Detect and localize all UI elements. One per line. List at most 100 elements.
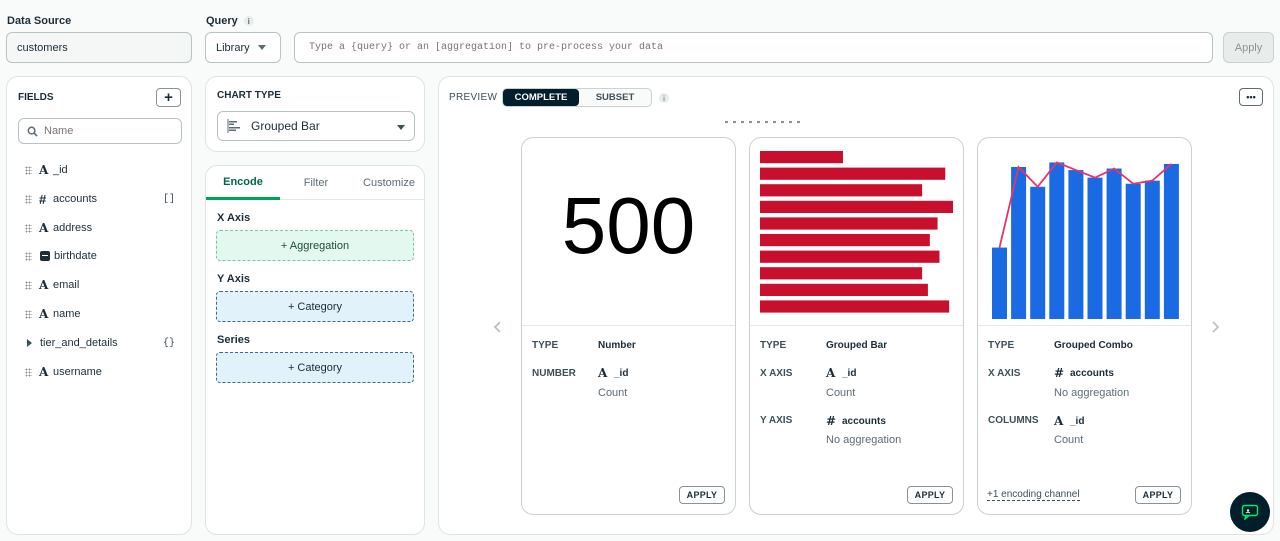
apply-card-button[interactable]: APPLY — [1135, 486, 1181, 504]
add-field-button[interactable]: + — [156, 88, 181, 107]
drag-handle-icon[interactable] — [25, 367, 32, 377]
suggestion-card-grouped-combo[interactable]: TYPE Grouped Combo X AXIS # accounts No … — [977, 137, 1192, 515]
field-item[interactable]: # accounts [] — [25, 190, 175, 208]
chart-bar — [1068, 170, 1084, 319]
suggestion-card-grouped-bar[interactable]: TYPE Grouped Bar X AXIS A _id Count Y AX… — [749, 137, 964, 515]
tab-customize[interactable]: Customize — [352, 166, 424, 200]
string-type-icon: A — [39, 278, 49, 292]
chart-type-select[interactable]: Grouped Bar — [217, 111, 415, 141]
caret-right-icon[interactable] — [27, 339, 32, 347]
query-input[interactable] — [294, 32, 1213, 63]
grouped-bar-chart-icon — [227, 119, 240, 133]
field-item[interactable]: birthdate — [25, 247, 175, 265]
aggregation-label: No aggregation — [1054, 387, 1130, 399]
series-drop-label: + Category — [287, 361, 343, 374]
chart-bar — [760, 217, 938, 230]
card-visualization — [750, 138, 963, 326]
field-name: accounts — [53, 193, 98, 205]
field-search-input[interactable] — [44, 125, 164, 137]
type-value: Grouped Bar — [826, 340, 888, 351]
chart-bar — [1087, 177, 1103, 319]
library-button[interactable]: Library — [205, 32, 281, 63]
toggle-subset-label: SUBSET — [595, 92, 635, 103]
columns-key: COLUMNS — [988, 415, 1039, 426]
drag-handle-icon[interactable] — [25, 194, 32, 204]
tab-encode-label: Encode — [223, 175, 263, 188]
toggle-complete-label: COMPLETE — [514, 92, 568, 103]
apply-card-button[interactable]: APPLY — [679, 486, 725, 504]
aggregation-label: No aggregation — [826, 434, 902, 446]
field-item[interactable]: tier_and_details {} — [25, 334, 175, 352]
fields-panel: FIELDS + A _id # accounts [] Aaddress birthdat… — [6, 76, 192, 535]
data-source-field[interactable]: customers — [6, 32, 192, 63]
field-item[interactable]: Aaddress — [25, 219, 175, 237]
type-key: TYPE — [760, 340, 787, 351]
field-name: _id — [53, 164, 68, 176]
tab-filter[interactable]: Filter — [280, 166, 352, 200]
string-type-icon: A — [1054, 414, 1064, 428]
chart-bar — [760, 184, 923, 197]
chart-bar — [1106, 168, 1122, 319]
number-type-icon: # — [39, 191, 47, 207]
field-name: address — [53, 222, 93, 234]
assistant-chat-button[interactable] — [1230, 492, 1270, 532]
encoding-channel-link[interactable]: +1 encoding channel — [987, 489, 1080, 501]
y-axis-dropzone[interactable]: + Category — [216, 291, 414, 322]
field-name: birthdate — [54, 250, 97, 262]
number-key: NUMBER — [532, 368, 576, 379]
apply-query-label: Apply — [1234, 41, 1263, 54]
field-name: name — [53, 308, 81, 320]
series-label: Series — [217, 334, 251, 346]
y-axis-key: Y AXIS — [760, 415, 793, 426]
search-icon — [27, 126, 38, 137]
toggle-subset[interactable]: SUBSET — [579, 89, 651, 106]
encode-tabs: Encode Filter Customize — [206, 166, 424, 200]
info-icon[interactable]: i — [243, 16, 254, 26]
drag-handle-icon[interactable] — [25, 165, 32, 175]
toggle-complete[interactable]: COMPLETE — [503, 89, 579, 106]
field-name: accounts — [1070, 367, 1114, 379]
preview-toggle: COMPLETE SUBSET — [502, 88, 652, 107]
chart-bar — [1049, 162, 1065, 319]
drag-handle-icon[interactable] — [25, 251, 32, 261]
x-axis-key: X AXIS — [760, 368, 793, 379]
series-dropzone[interactable]: + Category — [216, 352, 414, 383]
field-search[interactable] — [18, 118, 182, 144]
chart-bar — [760, 167, 946, 180]
field-item[interactable]: Aemail — [25, 276, 175, 294]
string-type-icon: A — [39, 221, 49, 235]
info-icon[interactable]: i — [659, 93, 669, 103]
tab-encode[interactable]: Encode — [206, 166, 280, 200]
card-title-fragment — [725, 117, 825, 123]
chart-bar — [992, 247, 1007, 319]
grouped-combo-chart — [992, 161, 1179, 319]
drag-handle-icon[interactable] — [25, 223, 32, 233]
apply-query-button[interactable]: Apply — [1223, 32, 1274, 63]
more-options-button[interactable]: ••• — [1239, 88, 1263, 106]
preview-label: PREVIEW — [449, 92, 498, 103]
type-key: TYPE — [988, 340, 1015, 351]
type-key: TYPE — [532, 340, 559, 351]
big-number: 500 — [561, 181, 696, 270]
number-type-icon: # — [1054, 366, 1065, 380]
field-name: email — [53, 279, 80, 291]
string-type-icon: A — [39, 307, 49, 321]
chevron-right-icon[interactable] — [1210, 320, 1220, 334]
chart-type-title: CHART TYPE — [217, 90, 281, 101]
chart-bar — [760, 234, 930, 247]
caret-down-icon — [257, 45, 266, 50]
field-item[interactable]: Aname — [25, 305, 175, 323]
x-axis-dropzone[interactable]: + Aggregation — [216, 230, 414, 261]
chevron-left-icon[interactable] — [493, 320, 503, 334]
apply-card-button[interactable]: APPLY — [907, 486, 953, 504]
field-item[interactable]: A _id — [25, 161, 175, 179]
chart-type-panel: CHART TYPE Grouped Bar — [205, 76, 425, 152]
data-source-value: customers — [17, 41, 68, 54]
field-name: _id — [842, 367, 857, 379]
field-item[interactable]: Ausername — [25, 363, 175, 381]
drag-handle-icon[interactable] — [25, 280, 32, 290]
drag-handle-icon[interactable] — [25, 309, 32, 319]
suggestion-card-number[interactable]: 500 TYPE Number NUMBER A _id Count APPLY — [521, 137, 736, 515]
fields-title: FIELDS — [18, 92, 54, 103]
array-icon: [] — [162, 193, 175, 205]
